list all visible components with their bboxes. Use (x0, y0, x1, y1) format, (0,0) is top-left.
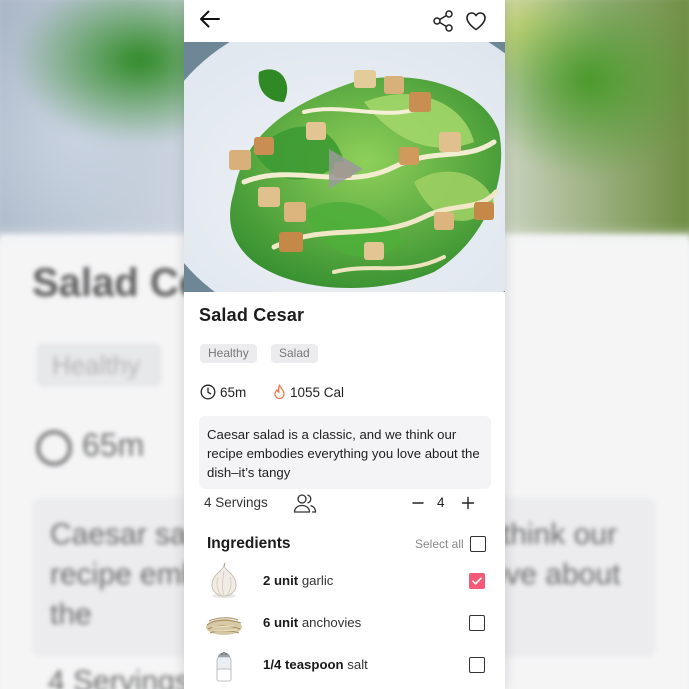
ingredient-quantity: 6 unit (263, 615, 299, 630)
back-button[interactable] (196, 5, 224, 33)
recipe-description: Caesar salad is a classic, and we think … (199, 416, 491, 489)
anchovies-image (204, 605, 244, 641)
background-clock-icon (36, 429, 72, 466)
ingredient-text: 1/4 teaspoon salt (263, 657, 368, 672)
ingredient-row: 6 unit anchovies (184, 603, 505, 643)
increase-servings-button[interactable] (459, 492, 477, 512)
favorite-button[interactable] (462, 7, 490, 35)
plus-icon (461, 496, 475, 510)
servings-count: 4 (437, 495, 445, 510)
cook-time: 65m (200, 384, 246, 400)
garlic-image (204, 562, 244, 599)
decrease-servings-button[interactable] (409, 492, 427, 512)
clock-icon (200, 384, 216, 400)
share-icon (433, 10, 453, 32)
background-title: Salad Ce (32, 261, 201, 305)
servings-label: 4 Servings (204, 495, 268, 510)
share-button[interactable] (429, 7, 457, 35)
tag-salad[interactable]: Salad (271, 344, 318, 363)
ingredient-name: garlic (298, 573, 334, 588)
background-servings: 4 Servings (48, 665, 190, 689)
ingredient-text: 6 unit anchovies (263, 615, 361, 630)
ingredient-checkbox[interactable] (469, 657, 485, 673)
background-tag: Healthy (36, 343, 162, 387)
top-bar (184, 0, 505, 42)
recipe-detail-screen: Salad Cesar Healthy Salad 65m 1055 Cal C… (184, 0, 505, 689)
recipe-title: Salad Cesar (199, 305, 305, 325)
ingredient-checkbox[interactable] (469, 615, 485, 631)
minus-icon (412, 502, 424, 504)
salt-shaker-image (204, 647, 244, 683)
checkmark-icon (472, 577, 482, 585)
calories-value: 1055 Cal (290, 384, 345, 400)
tag-healthy[interactable]: Healthy (200, 344, 257, 363)
ingredient-quantity: 1/4 teaspoon (263, 657, 344, 672)
arrow-left-icon (200, 10, 220, 28)
ingredient-quantity: 2 unit (263, 573, 299, 588)
calories: 1055 Cal (273, 384, 344, 400)
cook-time-value: 65m (220, 384, 247, 400)
ingredient-name: salt (343, 657, 368, 672)
ingredient-row: 1/4 teaspoon salt (184, 645, 505, 685)
background-time: 65m (36, 427, 144, 466)
ingredient-name: anchovies (298, 615, 362, 630)
play-button[interactable] (325, 147, 365, 191)
ingredient-checkbox[interactable] (469, 573, 485, 589)
flame-icon (274, 384, 285, 400)
select-all-checkbox[interactable] (470, 536, 486, 552)
recipe-video-thumbnail[interactable] (184, 42, 505, 292)
select-all-label[interactable]: Select all (415, 537, 464, 551)
ingredient-text: 2 unit garlic (263, 573, 333, 588)
people-icon (293, 492, 317, 519)
ingredient-row: 2 unit garlic (184, 561, 505, 601)
ingredients-heading: Ingredients (207, 535, 291, 552)
heart-icon (466, 12, 486, 31)
play-icon (329, 149, 363, 189)
